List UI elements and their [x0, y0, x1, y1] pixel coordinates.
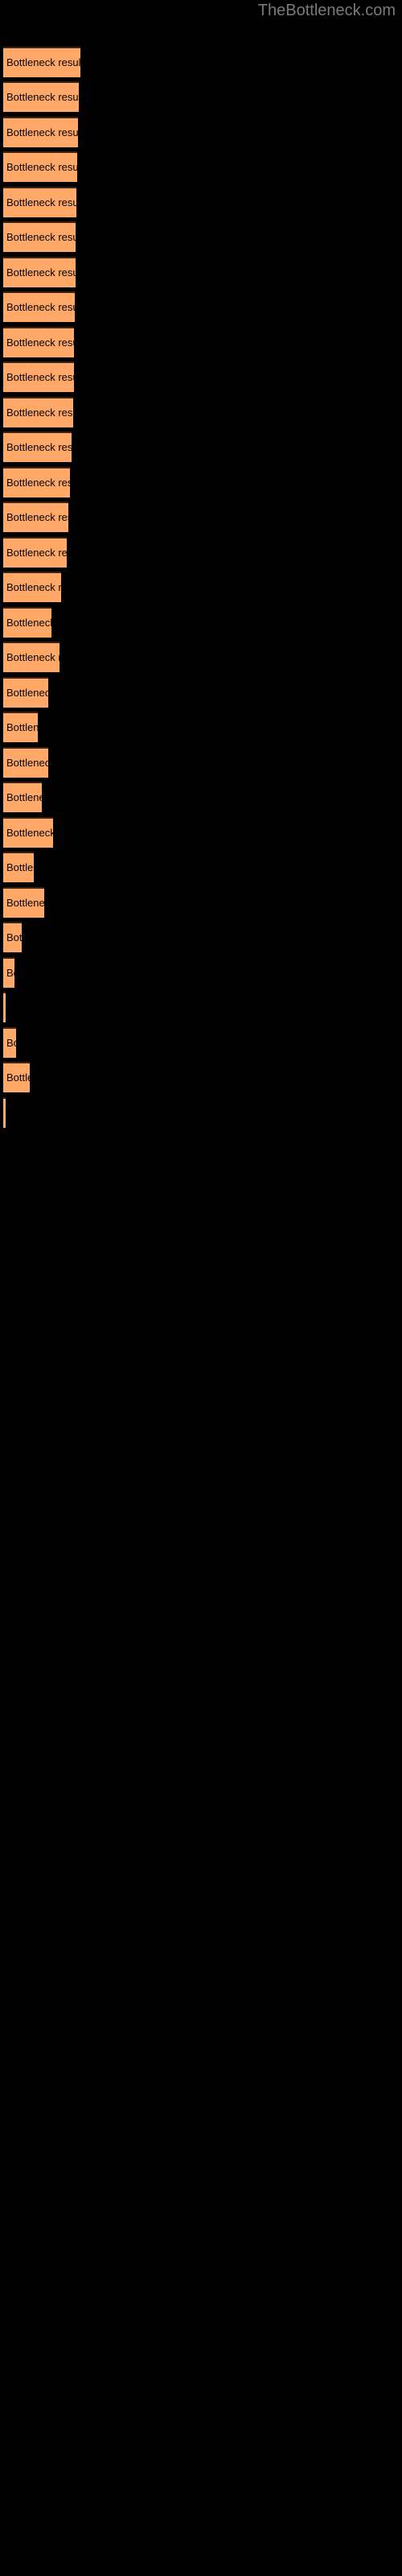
bar-label: Bottleneck result — [6, 791, 42, 803]
bar-label: Bottleneck result — [6, 56, 80, 68]
bar-label-clip: Bottleneck result — [3, 257, 76, 287]
bar-label: Bottleneck result — [6, 1037, 16, 1049]
bar-row: Bottleneck result — [3, 221, 76, 252]
bar-label-clip: Bottleneck result — [3, 957, 14, 988]
bar-row: Bottleneck result — [3, 817, 53, 848]
bar-label-clip: Bottleneck result — [3, 327, 74, 357]
bar-row: Bottleneck result — [3, 327, 74, 357]
bar-label: Bottleneck result — [6, 407, 73, 419]
bar-label-clip: Bottleneck result — [3, 81, 79, 112]
bar-label-clip: Bottleneck result — [3, 852, 34, 882]
bottleneck-bar-chart: Bottleneck result Bottleneck result Bottle… — [0, 0, 402, 2576]
bar-label-clip: Bottleneck result — [3, 117, 78, 147]
bar-label: Bottleneck result — [6, 861, 34, 873]
bar-label-clip: Bottleneck result — [3, 712, 38, 742]
bar-label-clip: Bottleneck result — [3, 1027, 16, 1058]
bar-label: Bottleneck result — [6, 651, 59, 663]
bar-row: Bottleneck result — [3, 712, 38, 742]
bar-label: Bottleneck result — [6, 617, 51, 629]
bar-label-clip: Bottleneck result — [3, 782, 42, 812]
bar-row: Bottleneck result — [3, 431, 72, 462]
bar-label-clip: Bottleneck result — [3, 187, 76, 217]
bar-label: Bottleneck result — [6, 477, 70, 489]
bar-label: Bottleneck result — [6, 441, 72, 453]
bar-label: Bottleneck result — [6, 91, 79, 103]
bar-label-clip: Bottleneck result — [3, 572, 61, 602]
bar-label: Bottleneck result — [6, 196, 76, 208]
bar-label-clip: Bottleneck result — [3, 397, 73, 427]
bar-row: Bottleneck result — [3, 537, 67, 568]
bar-label-clip: Bottleneck result — [3, 221, 76, 252]
bar-row: Bottleneck result — [3, 1062, 30, 1092]
bar-row: Bottleneck result — [3, 502, 68, 532]
bar-label: Bottleneck result — [6, 371, 74, 383]
bar-row: Bottleneck result — [3, 887, 44, 918]
bar-label: Bottleneck result — [6, 897, 44, 909]
bar-row: Bottleneck result — [3, 291, 75, 322]
bar-label: Bottleneck result — [6, 231, 76, 243]
bar-label-clip: Bottleneck result — [3, 1097, 6, 1128]
bar-row: Bottleneck result — [3, 992, 6, 1022]
bar-row: Bottleneck result — [3, 257, 76, 287]
bar-label: Bottleneck result — [6, 336, 74, 349]
bar-row: Bottleneck result — [3, 572, 61, 602]
bar-row: Bottleneck result — [3, 852, 34, 882]
bar-row: Bottleneck result — [3, 957, 14, 988]
bar-label-clip: Bottleneck result — [3, 502, 68, 532]
bar-label-clip: Bottleneck result — [3, 642, 59, 672]
bar-label-clip: Bottleneck result — [3, 1062, 30, 1092]
bar-row: Bottleneck result — [3, 642, 59, 672]
bar-row: Bottleneck result — [3, 47, 80, 77]
bar-row: Bottleneck result — [3, 397, 73, 427]
bar-label-clip: Bottleneck result — [3, 291, 75, 322]
bar-label: Bottleneck result — [6, 967, 14, 979]
bar-label: Bottleneck result — [6, 721, 38, 733]
bar-label-clip: Bottleneck result — [3, 361, 74, 392]
bar-label: Bottleneck result — [6, 581, 61, 593]
bar-row: Bottleneck result — [3, 117, 78, 147]
bar-label-clip: Bottleneck result — [3, 607, 51, 638]
bar-label: Bottleneck result — [6, 1071, 30, 1084]
bar-label: Bottleneck result — [6, 266, 76, 279]
bar-label-clip: Bottleneck result — [3, 677, 48, 708]
bar-label-clip: Bottleneck result — [3, 537, 67, 568]
bar-label-clip: Bottleneck result — [3, 47, 80, 77]
bar-row: Bottleneck result — [3, 677, 48, 708]
bar-label: Bottleneck result — [6, 547, 67, 559]
bar-label-clip: Bottleneck result — [3, 431, 72, 462]
bar-row: Bottleneck result — [3, 922, 22, 952]
bar-label-clip: Bottleneck result — [3, 817, 53, 848]
bar-label-clip: Bottleneck result — [3, 992, 6, 1022]
bar-label: Bottleneck result — [6, 931, 22, 943]
bar-row: Bottleneck result — [3, 187, 76, 217]
bar-row: Bottleneck result — [3, 151, 77, 182]
bar-label: Bottleneck result — [6, 687, 48, 699]
bar-label: Bottleneck result — [6, 827, 53, 839]
bar-label: Bottleneck result — [6, 301, 75, 313]
bar-label-clip: Bottleneck result — [3, 151, 77, 182]
bar-row: Bottleneck result — [3, 361, 74, 392]
bar-label: Bottleneck result — [6, 757, 48, 769]
bar-label: Bottleneck result — [6, 126, 78, 138]
bar-label-clip: Bottleneck result — [3, 467, 70, 497]
bar-row: Bottleneck result — [3, 747, 48, 778]
bar-label-clip: Bottleneck result — [3, 887, 44, 918]
bar-label: Bottleneck result — [6, 161, 77, 173]
bar-label: Bottleneck result — [6, 511, 68, 523]
bar-row: Bottleneck result — [3, 782, 42, 812]
bar-row: Bottleneck result — [3, 81, 79, 112]
bar-row: Bottleneck result — [3, 1027, 16, 1058]
bar-label-clip: Bottleneck result — [3, 747, 48, 778]
bar-row: Bottleneck result — [3, 467, 70, 497]
bar-row: Bottleneck result — [3, 607, 51, 638]
bar-row: Bottleneck result — [3, 1097, 6, 1128]
bar-label-clip: Bottleneck result — [3, 922, 22, 952]
